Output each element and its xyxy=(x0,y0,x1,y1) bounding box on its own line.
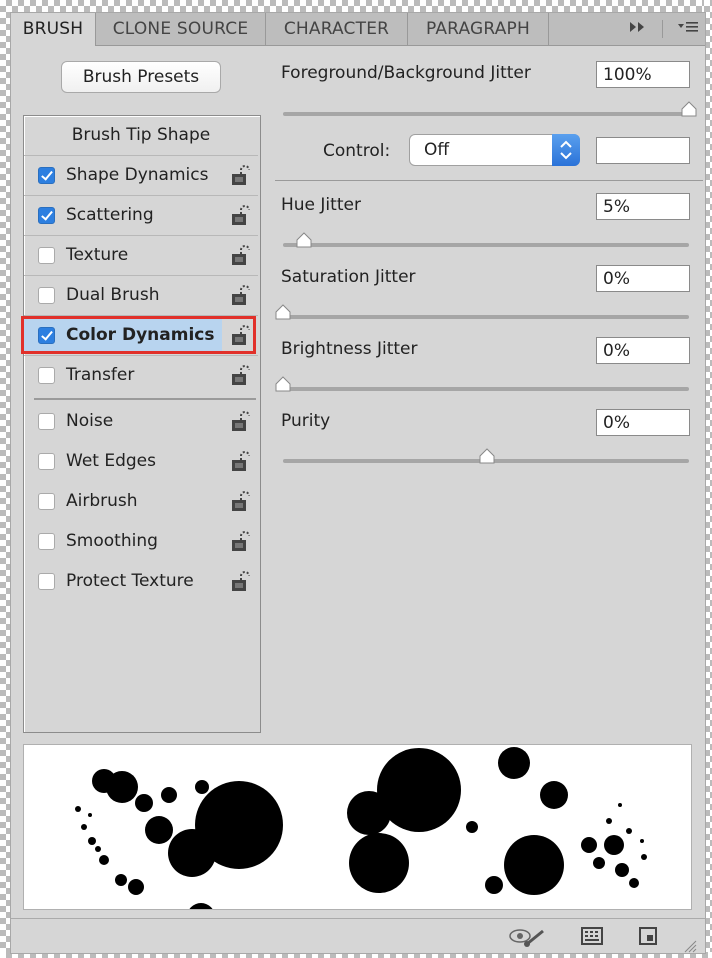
control-extra-input[interactable] xyxy=(596,137,690,164)
tab-brush[interactable]: BRUSH xyxy=(11,13,96,46)
list-item-label: Scattering xyxy=(66,205,154,225)
tab-character[interactable]: CHARACTER xyxy=(266,13,408,45)
eye-brush-icon[interactable] xyxy=(509,927,551,947)
fg-bg-jitter-slider[interactable] xyxy=(283,112,689,116)
purity-slider-thumb[interactable] xyxy=(479,448,495,464)
saturation-jitter-slider-thumb[interactable] xyxy=(275,304,291,320)
lock-icon[interactable] xyxy=(230,165,250,187)
brightness-jitter-slider-thumb[interactable] xyxy=(275,376,291,392)
brightness-jitter-slider[interactable] xyxy=(283,387,689,391)
stroke-preview-image xyxy=(75,747,647,909)
canvas-edge-left xyxy=(0,0,10,958)
tab-paragraph[interactable]: PARAGRAPH xyxy=(408,13,549,45)
list-item-airbrush[interactable]: Airbrush xyxy=(24,482,258,521)
hue-jitter-slider[interactable] xyxy=(283,243,689,247)
transfer-checkbox[interactable] xyxy=(38,367,55,384)
list-item-scattering[interactable]: Scattering xyxy=(24,196,258,236)
brush-panel: BRUSH CLONE SOURCE CHARACTER PARAGRAPH B… xyxy=(10,12,706,954)
fast-forward-icon[interactable] xyxy=(629,13,647,45)
brightness-jitter-input[interactable]: 0% xyxy=(596,337,690,364)
noise-checkbox[interactable] xyxy=(38,413,55,430)
list-item-label: Noise xyxy=(66,411,114,431)
lock-icon[interactable] xyxy=(230,451,250,473)
lock-icon[interactable] xyxy=(230,205,250,227)
shape-dynamics-checkbox[interactable] xyxy=(38,167,55,184)
list-item-label: Smoothing xyxy=(66,531,158,551)
list-item-label: Color Dynamics xyxy=(66,325,215,345)
brush-stroke-preview xyxy=(23,744,692,910)
hue-jitter-input[interactable]: 5% xyxy=(596,193,690,220)
lock-icon[interactable] xyxy=(230,531,250,553)
wet-edges-checkbox[interactable] xyxy=(38,453,55,470)
chevron-updown-icon xyxy=(552,134,580,166)
list-item-label: Airbrush xyxy=(66,491,138,511)
protect-texture-checkbox[interactable] xyxy=(38,573,55,590)
lock-icon[interactable] xyxy=(230,245,250,267)
smoothing-checkbox[interactable] xyxy=(38,533,55,550)
saturation-jitter-slider[interactable] xyxy=(283,315,689,319)
control-select[interactable]: Off xyxy=(409,134,580,166)
list-item-label: Shape Dynamics xyxy=(66,165,209,185)
list-item-color-dynamics[interactable]: Color Dynamics xyxy=(24,316,258,356)
airbrush-checkbox[interactable] xyxy=(38,493,55,510)
list-item-label: Brush Tip Shape xyxy=(71,125,211,145)
tab-separator xyxy=(661,20,663,38)
list-item-label: Transfer xyxy=(66,365,135,385)
hue-jitter-slider-thumb[interactable] xyxy=(296,232,312,248)
list-item-texture[interactable]: Texture xyxy=(24,236,258,276)
dual-brush-checkbox[interactable] xyxy=(38,287,55,304)
lock-icon[interactable] xyxy=(230,365,250,387)
tab-icons xyxy=(619,13,699,45)
list-item-label: Wet Edges xyxy=(66,451,156,471)
tab-clone-source[interactable]: CLONE SOURCE xyxy=(96,13,266,45)
control-label: Control: xyxy=(323,141,391,161)
lock-icon[interactable] xyxy=(230,285,250,307)
hue-jitter-label: Hue Jitter xyxy=(281,195,361,215)
fg-bg-jitter-label: Foreground/Background Jitter xyxy=(281,63,531,83)
fg-bg-jitter-input[interactable]: 100% xyxy=(596,61,690,88)
canvas-edge-top xyxy=(0,0,712,12)
list-item-smoothing[interactable]: Smoothing xyxy=(24,522,258,561)
list-item-label: Protect Texture xyxy=(66,571,194,591)
resize-grip-icon[interactable] xyxy=(683,939,697,953)
lock-icon[interactable] xyxy=(230,491,250,513)
tab-bar: BRUSH CLONE SOURCE CHARACTER PARAGRAPH xyxy=(11,13,705,46)
grid-panel-icon[interactable] xyxy=(581,927,603,945)
fg-bg-jitter-slider-thumb[interactable] xyxy=(681,101,697,117)
list-item-wet-edges[interactable]: Wet Edges xyxy=(24,442,258,481)
panel-menu-icon[interactable] xyxy=(677,13,699,45)
saturation-jitter-label: Saturation Jitter xyxy=(281,267,416,287)
lock-icon[interactable] xyxy=(230,571,250,593)
list-item-label: Dual Brush xyxy=(66,285,160,305)
brightness-jitter-label: Brightness Jitter xyxy=(281,339,418,359)
scattering-checkbox[interactable] xyxy=(38,207,55,224)
saturation-jitter-input[interactable]: 0% xyxy=(596,265,690,292)
lock-icon[interactable] xyxy=(230,411,250,433)
purity-label: Purity xyxy=(281,411,331,431)
list-item-dual-brush[interactable]: Dual Brush xyxy=(24,276,258,316)
list-item-shape-dynamics[interactable]: Shape Dynamics xyxy=(24,156,258,196)
panel-footer xyxy=(11,918,705,954)
lock-icon[interactable] xyxy=(230,325,250,347)
list-item-label: Texture xyxy=(66,245,129,265)
brush-presets-button[interactable]: Brush Presets xyxy=(61,61,221,93)
control-select-value: Off xyxy=(424,140,450,160)
list-item-transfer[interactable]: Transfer xyxy=(24,356,258,395)
texture-checkbox[interactable] xyxy=(38,247,55,264)
brush-settings-list: Brush Tip Shape Shape Dynamics Scatterin… xyxy=(23,115,261,733)
section-divider xyxy=(275,180,703,181)
list-item-protect-texture[interactable]: Protect Texture xyxy=(24,562,258,601)
list-item-noise[interactable]: Noise xyxy=(24,402,258,441)
purity-input[interactable]: 0% xyxy=(596,409,690,436)
list-item-brush-tip-shape[interactable]: Brush Tip Shape xyxy=(24,116,258,156)
list-divider xyxy=(34,398,256,400)
color-dynamics-checkbox[interactable] xyxy=(38,327,55,344)
new-preset-icon[interactable] xyxy=(639,927,657,945)
